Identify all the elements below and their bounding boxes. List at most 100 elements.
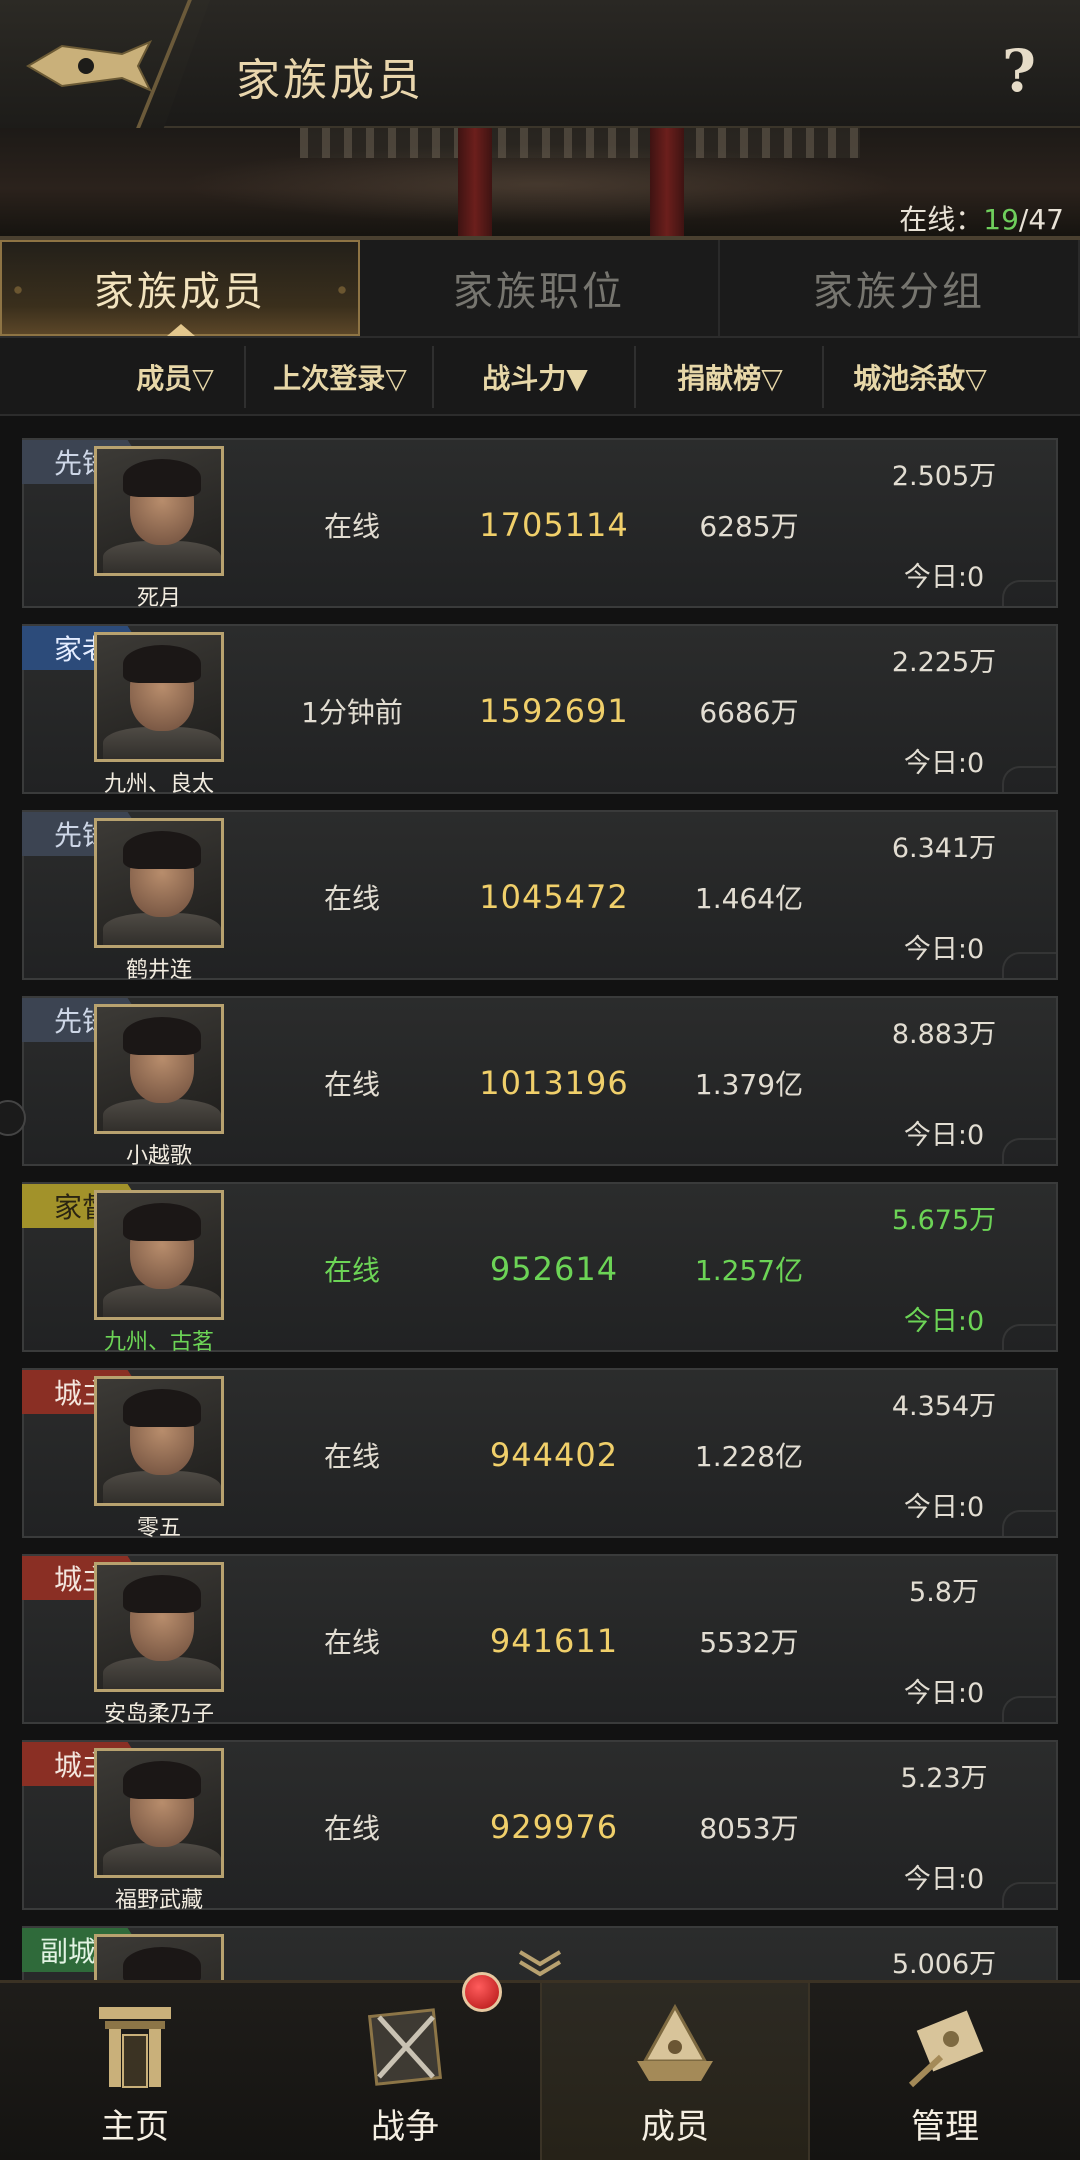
donation-value: 1.228亿	[694, 1440, 804, 1473]
donation-value: 6686万	[699, 696, 799, 729]
kills-today: 今日:0	[903, 1306, 985, 1337]
arrow-back-icon	[26, 40, 153, 92]
nav-label: 战争	[371, 2107, 439, 2147]
power-value: 952614	[489, 1250, 619, 1288]
member-avatar[interactable]	[94, 1562, 224, 1692]
kills-total: 4.354万	[891, 1391, 997, 1422]
last-login: 在线	[323, 510, 380, 543]
member-avatar[interactable]	[94, 1376, 224, 1506]
last-login: 在线	[323, 1812, 380, 1845]
kills-total: 2.225万	[891, 647, 997, 678]
tab-family-members[interactable]: 家族成员	[0, 240, 360, 336]
power-value: 941611	[489, 1622, 619, 1660]
member-row[interactable]: 先锋 死月 在线 1705114 6285万 2.505万 今日:0	[22, 438, 1058, 611]
member-name: 死月	[136, 586, 181, 611]
row-corner-decoration	[1002, 580, 1056, 606]
gate-icon	[99, 2007, 171, 2088]
donation-value: 1.379亿	[694, 1068, 804, 1101]
online-label: 在线：	[899, 203, 984, 236]
donation-value	[664, 1928, 834, 1980]
nav-war[interactable]: 战争	[270, 1983, 540, 2160]
member-name: 九州、良太	[103, 772, 214, 797]
member-name: 安岛柔乃子	[103, 1702, 214, 1727]
sort-member-button[interactable]: 成员▽	[110, 338, 240, 416]
column-headers: 成员▽ 上次登录▽ 战斗力▼ 捐献榜▽ 城池杀敌▽	[0, 336, 1080, 416]
sort-donation-button[interactable]: 捐献榜▽	[640, 338, 820, 416]
helmet-icon	[637, 2003, 713, 2081]
back-button[interactable]	[0, 0, 210, 128]
last-login: 在线	[323, 1254, 380, 1287]
last-login: 在线	[323, 1440, 380, 1473]
last-login: 在线	[323, 1068, 380, 1101]
online-count: 在线：19/47	[899, 198, 1064, 238]
last-login: 1分钟前	[301, 696, 403, 729]
row-corner-decoration	[1002, 1882, 1056, 1908]
member-avatar[interactable]	[94, 632, 224, 762]
last-login: 在线	[323, 882, 380, 915]
row-corner-decoration	[1002, 1696, 1056, 1722]
nav-manage[interactable]: 管理	[810, 1983, 1080, 2160]
donation-value: 5532万	[699, 1626, 799, 1659]
member-row[interactable]: 先锋 鹤井连 在线 1045472 1.464亿 6.341万 今日:0	[22, 810, 1058, 983]
tab-family-groups[interactable]: 家族分组	[720, 240, 1080, 336]
kills-today: 今日:0	[903, 748, 985, 779]
row-corner-decoration	[1002, 1510, 1056, 1536]
donation-value: 1.257亿	[694, 1254, 804, 1287]
power-value: 929976	[489, 1808, 619, 1846]
member-row[interactable]: 家督 九州、古茗 在线 952614 1.257亿 5.675万 今日:0	[22, 1182, 1058, 1355]
kills-today: 今日:0	[903, 562, 985, 593]
tab-label: 家族成员	[94, 269, 266, 315]
member-row[interactable]: 城主 零五 在线 944402 1.228亿 4.354万 今日:0	[22, 1368, 1058, 1541]
city-kills: 5.006万	[844, 1928, 1044, 1980]
nav-label: 主页	[101, 2107, 169, 2147]
member-row[interactable]: 城主 安岛柔乃子 在线 941611 5532万 5.8万 今日:0	[22, 1554, 1058, 1727]
nav-label: 成员	[641, 2107, 709, 2147]
last-login	[252, 1928, 452, 1980]
member-avatar[interactable]	[94, 1748, 224, 1878]
scroll-more-icon[interactable]	[515, 1948, 565, 1978]
crossed-swords-icon	[367, 2008, 443, 2086]
donation-value: 6285万	[699, 510, 799, 543]
nav-home[interactable]: 主页	[0, 1983, 270, 2160]
sort-city-kills-button[interactable]: 城池杀敌▽	[830, 338, 1010, 416]
tab-label: 家族职位	[453, 269, 625, 315]
kills-today: 今日:0	[903, 1864, 985, 1895]
sort-power-button[interactable]: 战斗力▼	[440, 338, 630, 416]
member-row[interactable]: 家老 九州、良太 1分钟前 1592691 6686万 2.225万 今日:0	[22, 624, 1058, 797]
member-list[interactable]: 先锋 死月 在线 1705114 6285万 2.505万 今日:0 家老 九州、良太 1分钟前 1…	[0, 418, 1080, 1980]
member-avatar[interactable]	[94, 1004, 224, 1134]
kills-today: 今日:0	[903, 1120, 985, 1151]
member-name: 九州、古茗	[103, 1330, 214, 1355]
page-title: 家族成员	[236, 55, 424, 106]
help-button[interactable]: ?	[1002, 42, 1036, 100]
online-total: 47	[1028, 203, 1064, 236]
kills-total: 5.675万	[891, 1205, 997, 1236]
tab-family-positions[interactable]: 家族职位	[360, 240, 720, 336]
member-avatar[interactable]	[94, 818, 224, 948]
member-name: 福野武藏	[114, 1888, 203, 1913]
bottom-nav: 主页 战争 成员 管理	[0, 1980, 1080, 2160]
member-avatar[interactable]	[94, 446, 224, 576]
online-separator: /	[1018, 203, 1029, 236]
last-login: 在线	[323, 1626, 380, 1659]
sort-last-login-button[interactable]: 上次登录▽	[250, 338, 430, 416]
power-value: 1013196	[479, 1064, 629, 1102]
row-corner-decoration	[1002, 952, 1056, 978]
member-row[interactable]: 先锋 小越歌 在线 1013196 1.379亿 8.883万 今日:0	[22, 996, 1058, 1169]
kills-total: 6.341万	[891, 833, 997, 864]
kills-total: 8.883万	[891, 1019, 997, 1050]
member-avatar[interactable]	[94, 1190, 224, 1320]
member-row[interactable]: 城主 福野武藏 在线 929976 8053万 5.23万 今日:0	[22, 1740, 1058, 1913]
war-notification-dot	[462, 1972, 502, 2012]
row-corner-decoration	[1002, 1138, 1056, 1164]
power-value: 944402	[489, 1436, 619, 1474]
member-avatar[interactable]	[94, 1934, 224, 1980]
nav-label: 管理	[911, 2107, 979, 2147]
member-name: 鹤井连	[125, 958, 192, 983]
kills-total: 5.8万	[909, 1577, 979, 1608]
donation-value: 1.464亿	[694, 882, 804, 915]
nav-members[interactable]: 成员	[540, 1983, 810, 2160]
kills-today: 今日:0	[903, 1678, 985, 1709]
kills-today: 今日:0	[903, 1492, 985, 1523]
online-current: 19	[983, 203, 1019, 236]
